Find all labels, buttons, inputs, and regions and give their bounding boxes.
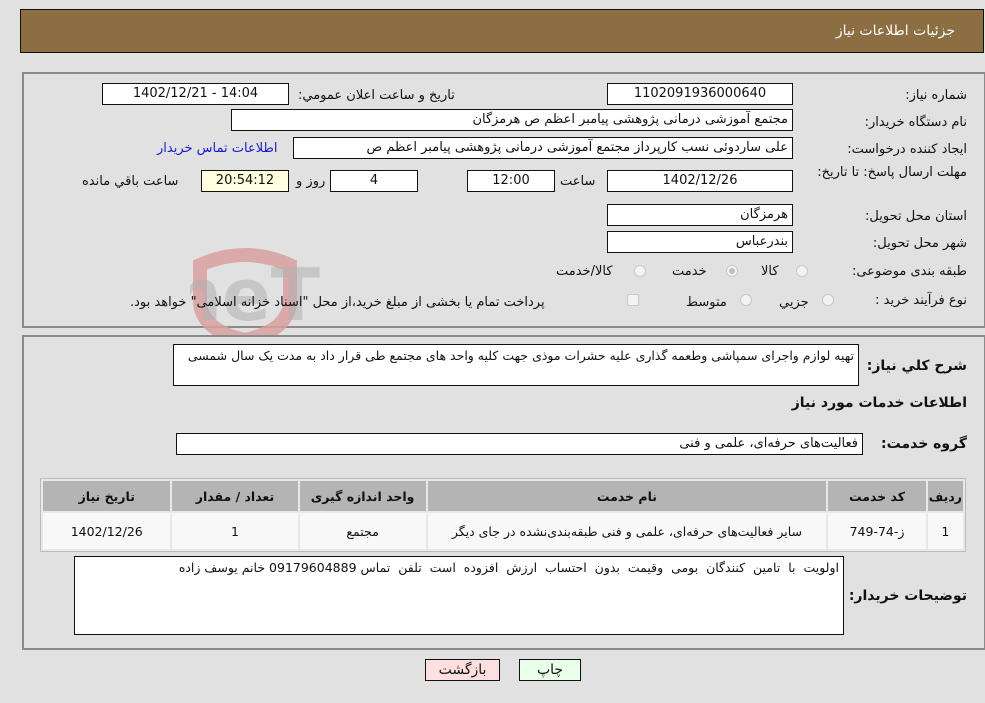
category-radio-goods-service[interactable]: [634, 265, 646, 277]
need-number-field: 1102091936000640: [607, 83, 793, 105]
purchase-type-label: نوع فرآیند خرید :: [875, 293, 967, 308]
cell-row-number: 1: [927, 513, 963, 549]
back-button[interactable]: بازگشت: [425, 659, 500, 681]
deadline-time-field: 12:00: [467, 170, 555, 192]
col-need-date: تاریخ نیاز: [43, 481, 171, 511]
category-radio-service[interactable]: [726, 265, 738, 277]
buyer-notes-label: توضیحات خریدار:: [848, 588, 967, 604]
deadline-date-field: 1402/12/26: [607, 170, 793, 192]
time-remaining-label: ساعت باقي مانده: [82, 174, 179, 189]
city-label: شهر محل تحویل:: [872, 236, 967, 251]
cell-service-code: ز-74-749: [828, 513, 926, 549]
cell-quantity: 1: [172, 513, 298, 549]
time-remaining-field: 20:54:12: [201, 170, 289, 192]
category-option-service: خدمت: [672, 264, 707, 279]
buyer-contact-link[interactable]: اطلاعات تماس خریدار: [157, 141, 277, 156]
cell-unit: مجتمع: [299, 513, 426, 549]
page-title: جزئیات اطلاعات نیاز: [835, 23, 955, 39]
category-option-goods-service: کالا/خدمت: [556, 264, 613, 279]
description-label: شرح کلي نیاز:: [866, 358, 967, 374]
purchase-type-option-medium: متوسط: [686, 295, 727, 310]
col-service-name: نام خدمت: [427, 481, 827, 511]
days-label: روز و: [296, 174, 326, 189]
city-field: بندرعباس: [607, 231, 793, 253]
buyer-org-field: مجتمع آموزشی درمانی پژوهشی پیامبر اعظم ص…: [231, 109, 793, 131]
requester-field: علی ساردوئی نسب کارپرداز مجتمع آموزشی در…: [293, 137, 793, 159]
service-group-label: گروه خدمت:: [881, 436, 967, 452]
deadline-time-label: ساعت: [560, 174, 596, 189]
deadline-label: مهلت ارسال پاسخ: تا تاریخ:: [817, 165, 967, 180]
table-header-row: ردیف کد خدمت نام خدمت واحد اندازه گیری ت…: [43, 481, 963, 511]
services-section-title: اطلاعات خدمات مورد نیاز: [791, 395, 967, 411]
service-group-field: فعالیت‌های حرفه‌ای، علمی و فنی: [176, 433, 863, 455]
table-row: 1 ز-74-749 سایر فعالیت‌های حرفه‌ای، علمی…: [43, 513, 963, 549]
col-unit: واحد اندازه گیری: [299, 481, 426, 511]
description-textarea[interactable]: تهیه لوازم واجرای سمپاشی وطعمه گذاری علی…: [173, 344, 859, 386]
treasury-note: پرداخت تمام یا بخشی از مبلغ خرید،از محل …: [130, 295, 545, 310]
buyer-notes-textarea[interactable]: اولویت با تامین کنندگان بومی وقیمت بدون …: [74, 556, 844, 635]
services-table: ردیف کد خدمت نام خدمت واحد اندازه گیری ت…: [40, 478, 966, 552]
col-row-number: ردیف: [927, 481, 963, 511]
treasury-checkbox[interactable]: [627, 294, 639, 306]
cell-service-name: سایر فعالیت‌های حرفه‌ای، علمی و فنی طبقه…: [427, 513, 827, 549]
print-button[interactable]: چاپ: [519, 659, 581, 681]
province-label: استان محل تحویل:: [865, 209, 967, 224]
col-quantity: تعداد / مقدار: [172, 481, 298, 511]
days-remaining-field: 4: [330, 170, 418, 192]
cell-need-date: 1402/12/26: [43, 513, 171, 549]
page-header: جزئیات اطلاعات نیاز: [20, 9, 984, 53]
category-label: طبقه بندی موضوعی:: [851, 264, 967, 279]
announce-datetime-field: 1402/12/21 - 14:04: [102, 83, 289, 105]
buyer-org-label: نام دستگاه خریدار:: [864, 115, 967, 130]
category-radio-goods[interactable]: [796, 265, 808, 277]
announce-datetime-label: تاریخ و ساعت اعلان عمومي:: [298, 88, 455, 103]
purchase-type-radio-medium[interactable]: [740, 294, 752, 306]
purchase-type-radio-minor[interactable]: [822, 294, 834, 306]
category-option-goods: کالا: [761, 264, 779, 279]
requester-label: ایجاد کننده درخواست:: [847, 142, 967, 157]
need-number-label: شماره نیاز:: [905, 88, 967, 103]
col-service-code: کد خدمت: [828, 481, 926, 511]
purchase-type-option-minor: جزيي: [779, 295, 809, 310]
province-field: هرمزگان: [607, 204, 793, 226]
